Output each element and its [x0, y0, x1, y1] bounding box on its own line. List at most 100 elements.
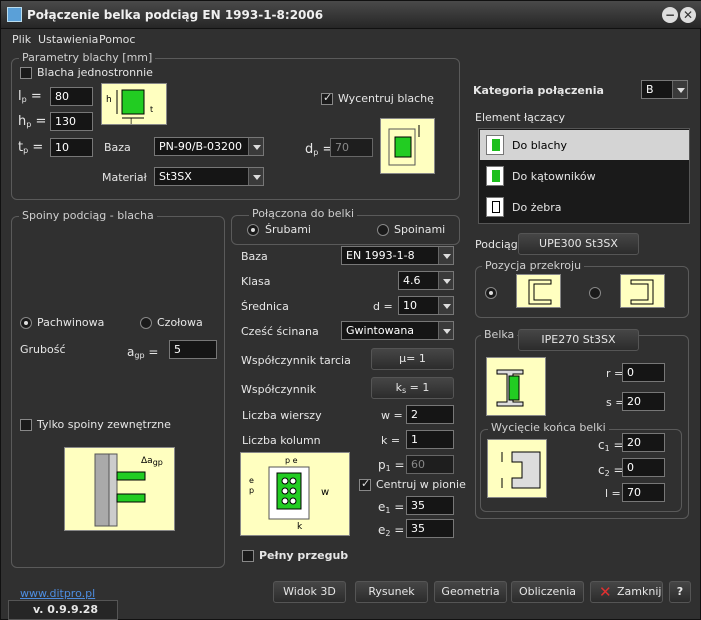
- single-plate-checkbox[interactable]: [20, 67, 32, 79]
- element-list: Do blachy Do kątowników Do żebra: [478, 128, 690, 224]
- chevron-down-icon: [248, 138, 263, 155]
- plate-base-select[interactable]: PN-90/B-03200: [154, 137, 264, 156]
- svg-text:l: l: [130, 117, 132, 126]
- tp-input[interactable]: 10: [50, 138, 93, 157]
- beam-cut-figure: [501, 451, 541, 489]
- svg-text:k: k: [297, 522, 303, 532]
- full-hinge-checkbox[interactable]: [242, 550, 254, 562]
- p1-label: p1 =: [378, 458, 405, 473]
- diameter-select[interactable]: 10: [398, 296, 454, 315]
- p1-input[interactable]: 60: [406, 455, 454, 474]
- website-link[interactable]: www.ditpro.pl: [20, 587, 95, 600]
- shear-part-select[interactable]: Gwintowana: [341, 321, 454, 340]
- position-left-radio[interactable]: [485, 287, 497, 299]
- stiffener-connector-icon: [486, 197, 504, 217]
- element-item-angles[interactable]: Do kątowników: [480, 161, 689, 191]
- drawing-button[interactable]: Rysunek: [355, 581, 428, 603]
- center-plate-checkbox[interactable]: [321, 91, 333, 105]
- bolt-pattern-figure: w k ep p e: [249, 456, 329, 532]
- center-vertical-label: Centruj w pionie: [376, 478, 466, 491]
- calculations-button[interactable]: Obliczenia: [511, 581, 584, 603]
- c2-label: c2 =: [598, 463, 624, 478]
- c1-label: c1 =: [598, 438, 624, 453]
- minimize-icon[interactable]: −: [662, 7, 678, 23]
- menu-file[interactable]: Plik: [12, 33, 31, 46]
- r-input[interactable]: 0: [622, 363, 665, 382]
- cols-input[interactable]: 1: [406, 430, 454, 449]
- hp-input[interactable]: 130: [50, 112, 93, 131]
- plate-figure: h l t: [106, 89, 153, 126]
- svg-text:h: h: [106, 95, 112, 105]
- position-left-figure: [528, 279, 552, 305]
- outer-welds-checkbox[interactable]: [20, 419, 32, 431]
- center-vertical-checkbox[interactable]: [359, 477, 371, 491]
- mu-button[interactable]: μ= 1: [371, 348, 454, 370]
- chevron-down-icon: [438, 272, 453, 289]
- c2-input[interactable]: 0: [622, 458, 665, 477]
- bolted-label: Śrubami: [265, 223, 311, 236]
- cols-label: Liczba kolumn: [242, 434, 321, 447]
- e1-input[interactable]: 35: [406, 496, 454, 515]
- friction-label: Współczynnik tarcia: [241, 354, 351, 367]
- e2-label: e2 =: [378, 523, 405, 538]
- plate-connector-icon: [486, 135, 504, 155]
- dp-input[interactable]: 70: [330, 138, 373, 157]
- help-button[interactable]: ?: [669, 581, 691, 603]
- section-position-title: Pozycja przekroju: [482, 259, 585, 272]
- bolt-base-select[interactable]: EN 1993-1-8: [341, 246, 454, 265]
- geometry-button[interactable]: Geometria: [434, 581, 507, 603]
- girder-label: Podciąg: [475, 238, 518, 251]
- bolt-class-select[interactable]: 4.6: [398, 271, 454, 290]
- chevron-down-icon: [672, 81, 687, 98]
- main-window: Połączenie belka podciąg EN 1993-1-8:200…: [0, 0, 701, 620]
- beam-cut-title: Wycięcie końca belki: [488, 421, 609, 434]
- lp-input[interactable]: 80: [50, 87, 93, 106]
- material-select[interactable]: St3SX: [154, 167, 264, 186]
- ks-button[interactable]: ks = 1: [371, 377, 454, 399]
- connection-type-title: Połączona do belki: [249, 207, 358, 220]
- rows-input[interactable]: 2: [406, 405, 454, 424]
- welded-radio[interactable]: [377, 224, 389, 236]
- fillet-weld-radio[interactable]: [20, 317, 32, 329]
- beam-figure: [496, 369, 524, 407]
- agp-input[interactable]: 5: [169, 340, 217, 359]
- e1-label: e1 =: [378, 500, 405, 515]
- beam-diagram: [486, 357, 546, 416]
- beam-section-button[interactable]: IPE270 St3SX: [518, 329, 639, 351]
- element-label: Element łączący: [475, 111, 566, 124]
- e2-input[interactable]: 35: [406, 519, 454, 538]
- d-label: d =: [373, 300, 393, 313]
- svg-text:p: p: [249, 486, 254, 495]
- bolted-radio[interactable]: [247, 224, 259, 236]
- coefficient-label: Współczynnik: [241, 383, 317, 396]
- butt-weld-radio[interactable]: [140, 317, 152, 329]
- s-input[interactable]: 20: [622, 392, 665, 411]
- tp-label: tp =: [18, 140, 44, 155]
- k-label: k =: [381, 434, 401, 447]
- svg-text:e: e: [249, 476, 254, 485]
- bolt-pattern-diagram: w k ep p e: [240, 452, 350, 536]
- weld-thickness-label: Grubość: [20, 343, 66, 356]
- menu-settings[interactable]: Ustawienia: [38, 33, 98, 46]
- hp-label: hp =: [18, 114, 47, 129]
- category-select[interactable]: B: [641, 80, 688, 99]
- weld-diagram: Δagp: [64, 447, 175, 531]
- beam-cut-diagram: [487, 439, 547, 498]
- c1-input[interactable]: 20: [622, 433, 665, 452]
- position-right-radio[interactable]: [589, 287, 601, 299]
- position-left-diagram: [516, 274, 561, 308]
- rows-label: Liczba wierszy: [242, 409, 322, 422]
- l-input[interactable]: 70: [622, 483, 665, 502]
- element-item-plate[interactable]: Do blachy: [480, 130, 689, 160]
- r-label: r =: [606, 367, 624, 380]
- element-item-stiffener[interactable]: Do żebra: [480, 192, 689, 222]
- chevron-down-icon: [248, 168, 263, 185]
- menu-help[interactable]: Pomoc: [99, 33, 135, 46]
- close-button[interactable]: ✕ Zamknij: [590, 581, 663, 603]
- girder-section-button[interactable]: UPE300 St3SX: [518, 233, 639, 255]
- plate-group-title: Parametry blachy [mm]: [19, 51, 156, 64]
- agp-figure-label: Δagp: [141, 456, 163, 467]
- plate-base-label: Baza: [104, 141, 131, 154]
- close-icon[interactable]: ✕: [680, 7, 696, 23]
- view-3d-button[interactable]: Widok 3D: [273, 581, 346, 603]
